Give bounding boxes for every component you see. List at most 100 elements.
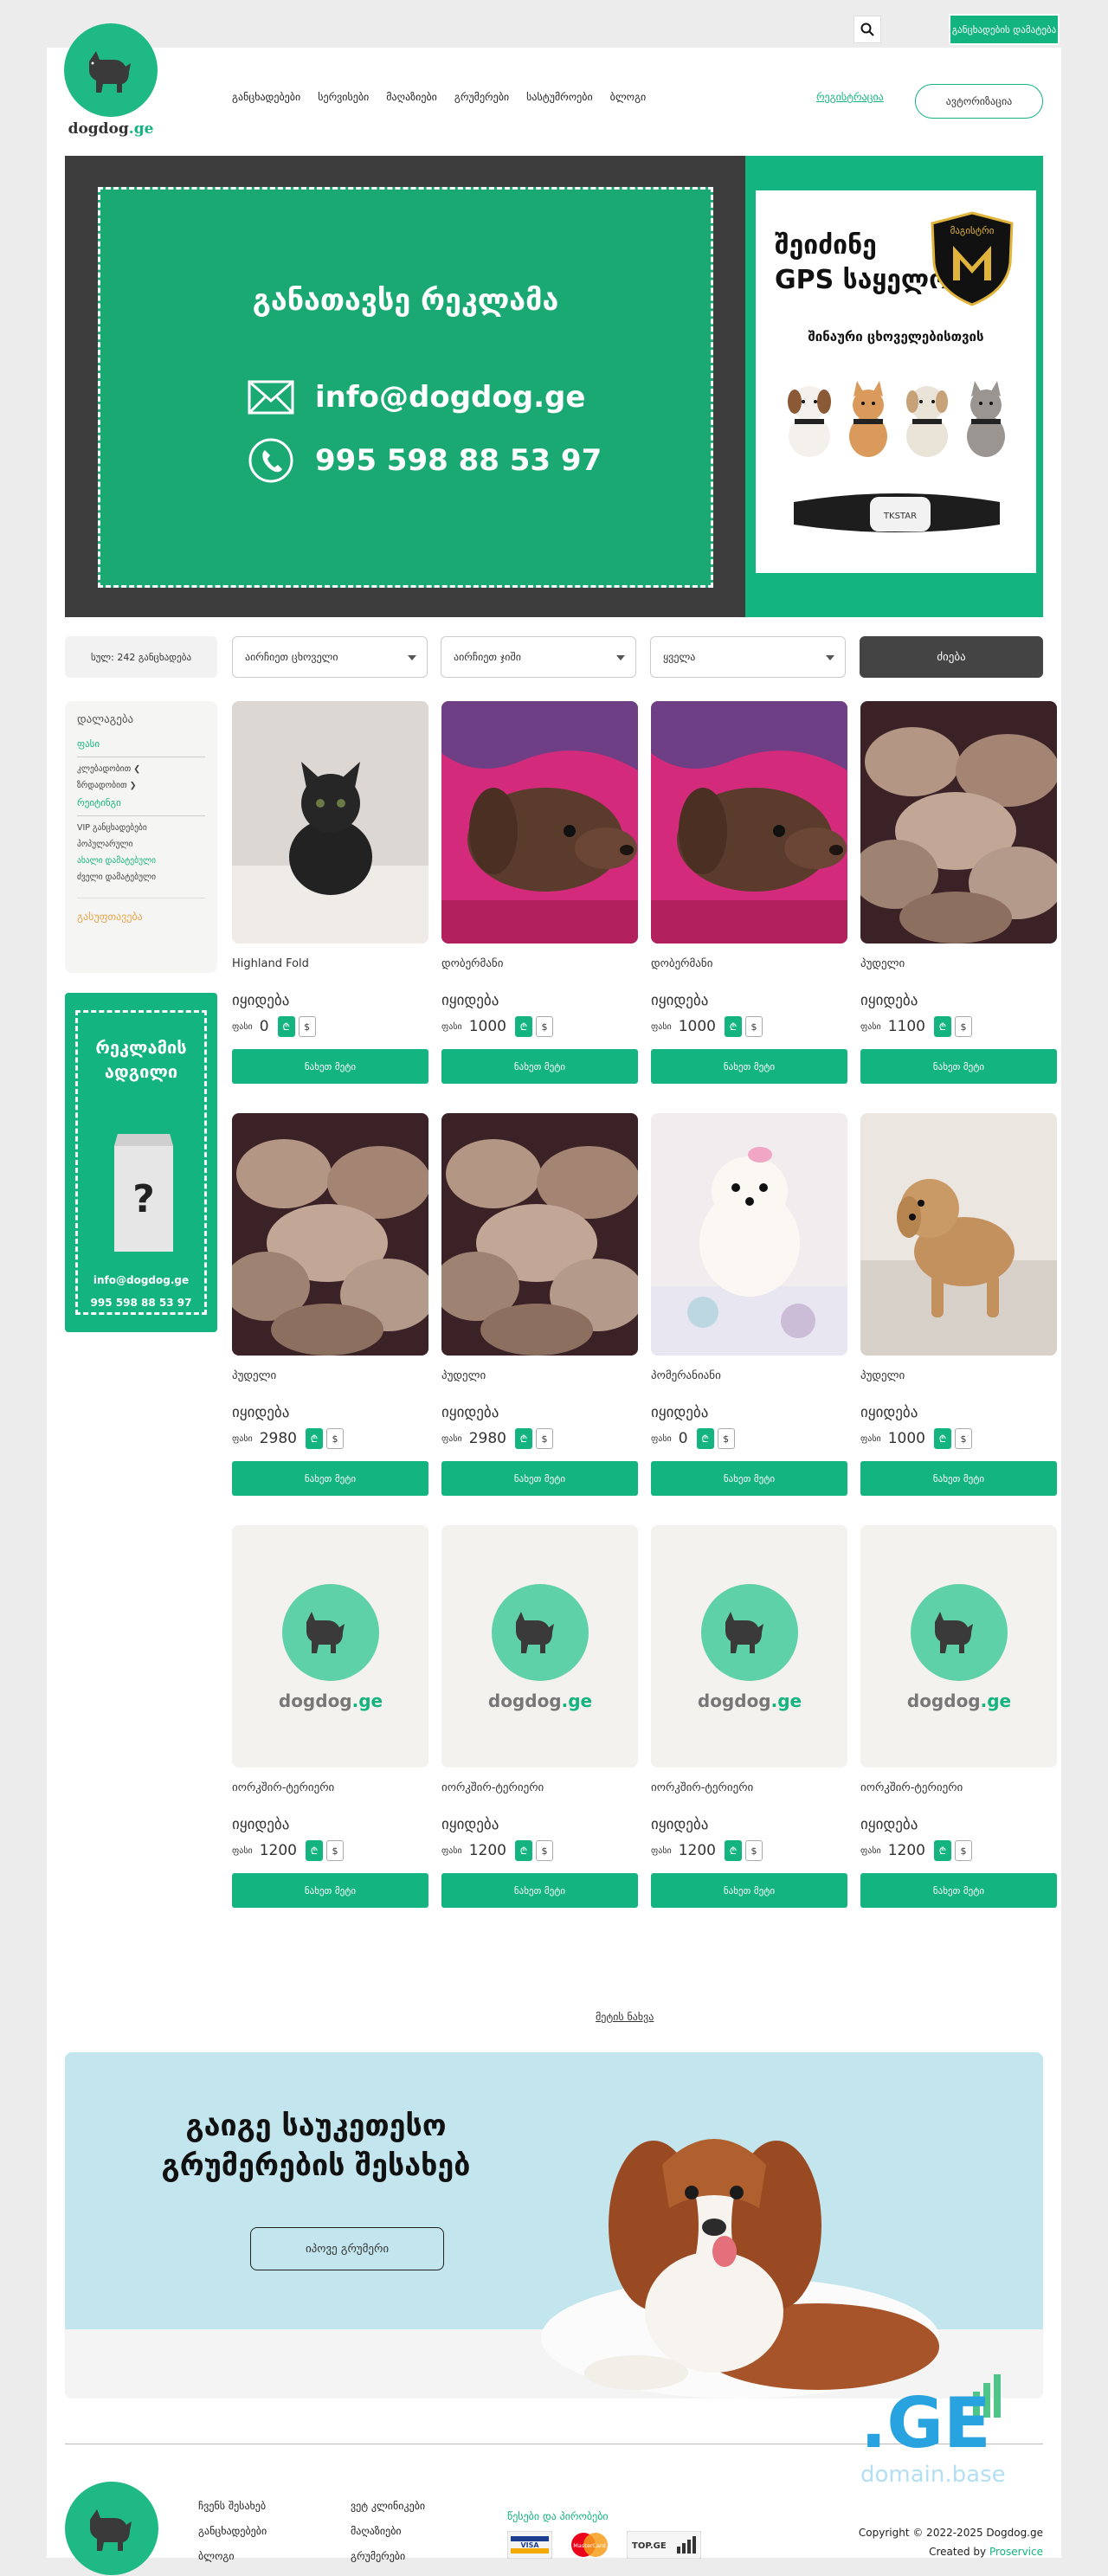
sort-price-asc[interactable]: ზრდადობით ❯: [77, 781, 205, 790]
listing-card[interactable]: dogdog.ge იორკშირ-ტერიერი იყიდება ფასი 1200 ₾…: [651, 1525, 847, 1920]
currency-usd-toggle[interactable]: $: [536, 1428, 553, 1449]
ad-space-banner[interactable]: რეკლამის ადგილი ? info@dogdog.ge 995 598 …: [65, 993, 217, 1332]
listing-card[interactable]: დობერმანი იყიდება ფასი 1000 ₾ $ ნახეთ მეტი: [441, 701, 638, 1096]
footer-link-groomers[interactable]: გრუმერები: [351, 2544, 425, 2569]
listing-card[interactable]: პუდელი იყიდება ფასი 1000 ₾ $ ნახეთ მეტი: [860, 1113, 1057, 1508]
nav-item-listings[interactable]: განცხადებები: [232, 91, 300, 103]
footer-link-pharmacies[interactable]: აფთიაქები: [351, 2569, 425, 2576]
footer-link-listings[interactable]: განცხადებები: [198, 2519, 267, 2544]
listing-card[interactable]: პომერანიანი იყიდება ფასი 0 ₾ $ ნახეთ მეტი: [651, 1113, 847, 1508]
footer-link-contact[interactable]: კონტაქტი: [198, 2569, 267, 2576]
listing-photo[interactable]: dogdog.ge: [860, 1525, 1057, 1768]
view-more-button[interactable]: ნახეთ მეტი: [860, 1873, 1057, 1908]
view-more-button[interactable]: ნახეთ მეტი: [651, 1461, 847, 1496]
view-more-button[interactable]: ნახეთ მეტი: [860, 1049, 1057, 1084]
listing-photo[interactable]: [651, 1113, 847, 1356]
view-more-button[interactable]: ნახეთ მეტი: [232, 1873, 428, 1908]
listing-card[interactable]: პუდელი იყიდება ფასი 2980 ₾ $ ნახეთ მეტი: [441, 1113, 638, 1508]
currency-gel-toggle[interactable]: ₾: [306, 1428, 323, 1449]
reset-filters-button[interactable]: გასუფთავება: [77, 898, 205, 923]
listing-photo[interactable]: dogdog.ge: [441, 1525, 638, 1768]
currency-gel-toggle[interactable]: ₾: [515, 1016, 532, 1037]
currency-usd-toggle[interactable]: $: [955, 1016, 972, 1037]
listing-card[interactable]: Highland Fold იყიდება ფასი 0 ₾ $ ნახეთ მეტი: [232, 701, 428, 1096]
currency-gel-toggle[interactable]: ₾: [306, 1840, 323, 1861]
currency-usd-toggle[interactable]: $: [745, 1840, 763, 1861]
gps-ad-card: შეიძინე GPS საყელო მაგისტრი შინაური ცხოვე…: [756, 190, 1036, 573]
add-listing-button[interactable]: განცხადების დამატება: [949, 14, 1060, 45]
listing-card[interactable]: dogdog.ge იორკშირ-ტერიერი იყიდება ფასი 1200 ₾…: [860, 1525, 1057, 1920]
currency-gel-toggle[interactable]: ₾: [934, 1840, 951, 1861]
currency-gel-toggle[interactable]: ₾: [725, 1840, 742, 1861]
currency-gel-toggle[interactable]: ₾: [515, 1428, 532, 1449]
currency-gel-toggle[interactable]: ₾: [277, 1016, 295, 1037]
footer-link-about[interactable]: ჩვენს შესახებ: [198, 2494, 267, 2519]
listing-card[interactable]: dogdog.ge იორკშირ-ტერიერი იყიდება ფასი 1200 ₾…: [232, 1525, 428, 1920]
view-more-button[interactable]: ნახეთ მეტი: [651, 1873, 847, 1908]
nav-item-shops[interactable]: მაღაზიები: [386, 91, 437, 103]
listing-photo[interactable]: dogdog.ge: [651, 1525, 847, 1768]
listing-photo[interactable]: [441, 1113, 638, 1356]
nav-item-hotels[interactable]: სასტუმროები: [526, 91, 593, 103]
listing-type-select[interactable]: ყველა: [650, 636, 846, 678]
listing-photo[interactable]: [860, 701, 1057, 943]
listing-photo[interactable]: dogdog.ge: [232, 1525, 428, 1768]
listing-card[interactable]: პუდელი იყიდება ფასი 1100 ₾ $ ნახეთ მეტი: [860, 701, 1057, 1096]
currency-gel-toggle[interactable]: ₾: [515, 1840, 532, 1861]
search-icon-button[interactable]: [854, 16, 881, 43]
gps-collar-ad[interactable]: შეიძინე GPS საყელო მაგისტრი შინაური ცხოვე…: [745, 156, 1043, 617]
creator-link[interactable]: Proservice: [989, 2546, 1043, 2558]
sort-price-desc[interactable]: კლებადობით ❮: [77, 764, 205, 774]
currency-usd-toggle[interactable]: $: [745, 1016, 763, 1037]
currency-usd-toggle[interactable]: $: [298, 1016, 316, 1037]
animal-select[interactable]: აირჩიეთ ცხოველი: [232, 636, 428, 678]
search-button[interactable]: ძიება: [860, 636, 1043, 678]
svg-text:dogdog.ge: dogdog.ge: [907, 1690, 1011, 1711]
view-more-button[interactable]: ნახეთ მეტი: [441, 1873, 638, 1908]
login-button[interactable]: ავტორიზაცია: [915, 84, 1043, 119]
show-more-link[interactable]: მეტის ნახვა: [596, 2011, 654, 2023]
currency-gel-toggle[interactable]: ₾: [934, 1016, 951, 1037]
site-logo[interactable]: dogdog.ge: [64, 23, 158, 138]
currency-gel-toggle[interactable]: ₾: [934, 1428, 951, 1449]
view-more-button[interactable]: ნახეთ მეტი: [651, 1049, 847, 1084]
nav-item-groomers[interactable]: გრუმერები: [454, 91, 509, 103]
view-more-button[interactable]: ნახეთ მეტი: [441, 1049, 638, 1084]
listing-photo[interactable]: [232, 701, 428, 943]
listing-photo[interactable]: [232, 1113, 428, 1356]
footer-link-shops[interactable]: მაღაზიები: [351, 2519, 425, 2544]
currency-usd-toggle[interactable]: $: [326, 1428, 344, 1449]
currency-usd-toggle[interactable]: $: [536, 1840, 553, 1861]
nav-item-services[interactable]: სერვისები: [318, 91, 369, 103]
currency-gel-toggle[interactable]: ₾: [696, 1428, 714, 1449]
currency-usd-toggle[interactable]: $: [326, 1840, 344, 1861]
view-more-button[interactable]: ნახეთ მეტი: [860, 1461, 1057, 1496]
sort-vip[interactable]: VIP განცხადებები: [77, 823, 205, 833]
view-more-button[interactable]: ნახეთ მეტი: [232, 1461, 428, 1496]
footer-link-vet-clinics[interactable]: ვეტ კლინიკები: [351, 2494, 425, 2519]
sort-oldest[interactable]: ძველი დამატებული: [77, 873, 205, 882]
register-link[interactable]: რეგისტრაცია: [816, 91, 884, 103]
footer-link-blog[interactable]: ბლოგი: [198, 2544, 267, 2569]
listing-photo[interactable]: [441, 701, 638, 943]
nav-item-blog[interactable]: ბლოგი: [610, 91, 647, 103]
view-more-button[interactable]: ნახეთ მეტი: [441, 1461, 638, 1496]
advertise-banner[interactable]: განათავსე რეკლამა info@dogdog.ge 995 598…: [65, 156, 745, 617]
listing-card[interactable]: dogdog.ge იორკშირ-ტერიერი იყიდება ფასი 1200 ₾…: [441, 1525, 638, 1920]
find-groomer-button[interactable]: იპოვე გრუმერი: [250, 2227, 444, 2270]
sort-newest[interactable]: ახალი დამატებული: [77, 856, 205, 866]
listing-card[interactable]: პუდელი იყიდება ფასი 2980 ₾ $ ნახეთ მეტი: [232, 1113, 428, 1508]
breed-select[interactable]: აირჩიეთ ჯიში: [441, 636, 636, 678]
footer-logo[interactable]: dogdog.ge: [65, 2482, 158, 2576]
currency-usd-toggle[interactable]: $: [955, 1428, 972, 1449]
terms-link[interactable]: წესები და პირობები: [507, 2510, 701, 2522]
currency-usd-toggle[interactable]: $: [536, 1016, 553, 1037]
sort-popular[interactable]: პოპულარული: [77, 840, 205, 849]
currency-usd-toggle[interactable]: $: [717, 1428, 735, 1449]
listing-card[interactable]: დობერმანი იყიდება ფასი 1000 ₾ $ ნახეთ მეტი: [651, 701, 847, 1096]
currency-usd-toggle[interactable]: $: [955, 1840, 972, 1861]
currency-gel-toggle[interactable]: ₾: [725, 1016, 742, 1037]
view-more-button[interactable]: ნახეთ მეტი: [232, 1049, 428, 1084]
listing-photo[interactable]: [651, 701, 847, 943]
listing-photo[interactable]: [860, 1113, 1057, 1356]
